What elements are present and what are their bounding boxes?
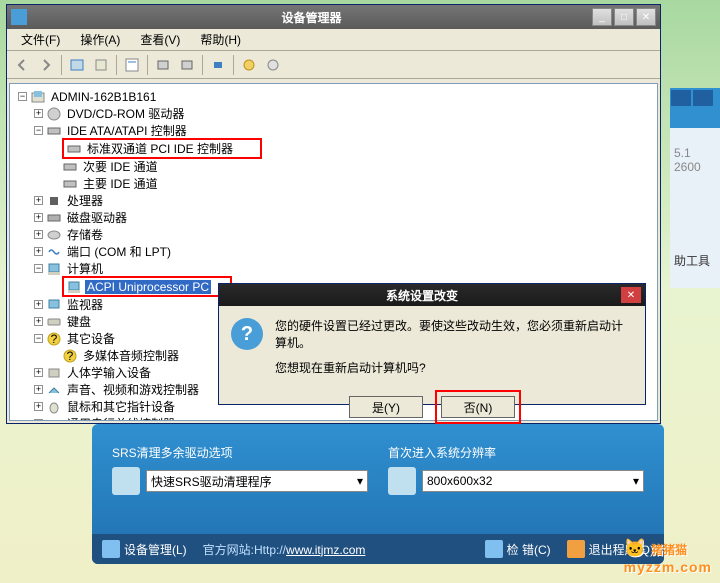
watermark-logo: 🐱 猪猪猫 myzzm.com [624, 538, 712, 575]
back-button[interactable] [11, 54, 33, 76]
tree-vol[interactable]: 存储卷 [65, 226, 105, 243]
titlebar[interactable]: 设备管理器 _ □ ✕ [7, 5, 660, 29]
help-text: 助工具 [670, 192, 720, 329]
close-button[interactable]: ✕ [636, 8, 656, 26]
driver-tool-window: SRS清理多余驱动选项 快速SRS驱动清理程序▾ 首次进入系统分辨率 800x6… [92, 424, 664, 564]
tool-button[interactable] [176, 54, 198, 76]
collapse-icon[interactable]: − [34, 126, 43, 135]
yes-button[interactable]: 是(Y) [349, 396, 423, 418]
version-text: 5.1 2600 [670, 128, 720, 192]
srs-dropdown[interactable]: 快速SRS驱动清理程序▾ [146, 470, 368, 492]
tree-sound[interactable]: 声音、视频和游戏控制器 [65, 381, 201, 398]
expand-icon[interactable]: + [34, 247, 43, 256]
tree-cpu[interactable]: 处理器 [65, 192, 105, 209]
dialog-message-2: 您想现在重新启动计算机吗? [275, 360, 633, 377]
dialog-title: 系统设置改变 [223, 287, 621, 304]
scan-hardware-button[interactable] [207, 54, 229, 76]
question-icon: ? [231, 318, 263, 350]
tree-root[interactable]: ADMIN-162B1B161 [49, 90, 158, 104]
srs-label: SRS清理多余驱动选项 [112, 444, 368, 461]
expand-icon[interactable]: + [34, 109, 43, 118]
tree-ide[interactable]: IDE ATA/ATAPI 控制器 [65, 122, 189, 139]
resolution-icon [388, 467, 416, 495]
chevron-down-icon: ▾ [633, 474, 639, 488]
device-manager-button[interactable]: 设备管理(L) [102, 540, 187, 558]
expand-icon[interactable]: + [34, 300, 43, 309]
tree-ide-std[interactable]: 标准双通道 PCI IDE 控制器 [85, 140, 235, 157]
dialog-message-1: 您的硬件设置已经过更改。要使这些改动生效，您必须重新启动计算机。 [275, 318, 633, 352]
collapse-icon[interactable]: − [34, 334, 43, 343]
tree-keyboard[interactable]: 键盘 [65, 313, 93, 330]
tree-ide-pri[interactable]: 主要 IDE 通道 [81, 175, 160, 192]
tool-button[interactable] [262, 54, 284, 76]
toolbar [7, 51, 660, 79]
forward-button[interactable] [35, 54, 57, 76]
app-icon [11, 9, 27, 25]
no-button[interactable]: 否(N) [441, 396, 515, 418]
dialog-titlebar[interactable]: 系统设置改变 ✕ [219, 284, 645, 306]
background-app-fragment: 5.1 2600 助工具 [670, 88, 720, 288]
tool-button[interactable] [152, 54, 174, 76]
expand-icon[interactable]: + [34, 368, 43, 377]
tree-usb[interactable]: 通用串行总线控制器 [65, 415, 177, 421]
menu-file[interactable]: 文件(F) [13, 29, 68, 50]
maximize-button[interactable]: □ [614, 8, 634, 26]
chevron-down-icon: ▾ [357, 474, 363, 488]
tree-computer[interactable]: 计算机 [65, 260, 105, 277]
expand-icon[interactable]: + [34, 230, 43, 239]
tree-hid[interactable]: 人体学输入设备 [65, 364, 153, 381]
tree-port[interactable]: 端口 (COM 和 LPT) [65, 243, 173, 260]
properties-button[interactable] [121, 54, 143, 76]
expand-icon[interactable]: + [34, 385, 43, 394]
tool-button[interactable] [238, 54, 260, 76]
tree-acpi-selected[interactable]: ACPI Uniprocessor PC [85, 280, 211, 294]
tree-disk[interactable]: 磁盘驱动器 [65, 209, 129, 226]
window-title: 设备管理器 [31, 9, 592, 26]
expand-icon[interactable]: + [34, 317, 43, 326]
expand-icon[interactable]: + [34, 419, 43, 421]
menu-view[interactable]: 查看(V) [132, 29, 188, 50]
tree-other[interactable]: 其它设备 [65, 330, 117, 347]
expand-icon[interactable]: + [34, 196, 43, 205]
resolution-label: 首次进入系统分辨率 [388, 444, 644, 461]
svg-text:?: ? [51, 332, 58, 346]
tree-audio[interactable]: 多媒体音频控制器 [81, 347, 181, 364]
collapse-icon[interactable]: − [34, 264, 43, 273]
menu-action[interactable]: 操作(A) [72, 29, 128, 50]
system-settings-dialog: 系统设置改变 ✕ ? 您的硬件设置已经过更改。要使这些改动生效，您必须重新启动计… [218, 283, 646, 405]
collapse-icon[interactable]: − [18, 92, 27, 101]
tool-button[interactable] [66, 54, 88, 76]
srs-icon [112, 467, 140, 495]
minimize-button[interactable]: _ [592, 8, 612, 26]
menu-help[interactable]: 帮助(H) [192, 29, 249, 50]
tool-button[interactable] [90, 54, 112, 76]
check-button[interactable]: 检 错(C) [485, 540, 551, 558]
expand-icon[interactable]: + [34, 213, 43, 222]
resolution-dropdown[interactable]: 800x600x32▾ [422, 470, 644, 492]
dialog-close-button[interactable]: ✕ [621, 287, 641, 303]
expand-icon[interactable]: + [34, 402, 43, 411]
tree-monitor[interactable]: 监视器 [65, 296, 105, 313]
website-link[interactable]: www.itjmz.com [286, 543, 365, 557]
svg-text:?: ? [67, 349, 74, 363]
tree-dvd[interactable]: DVD/CD-ROM 驱动器 [65, 105, 186, 122]
menubar: 文件(F) 操作(A) 查看(V) 帮助(H) [7, 29, 660, 51]
tree-mouse[interactable]: 鼠标和其它指针设备 [65, 398, 177, 415]
tree-ide-sec[interactable]: 次要 IDE 通道 [81, 158, 160, 175]
